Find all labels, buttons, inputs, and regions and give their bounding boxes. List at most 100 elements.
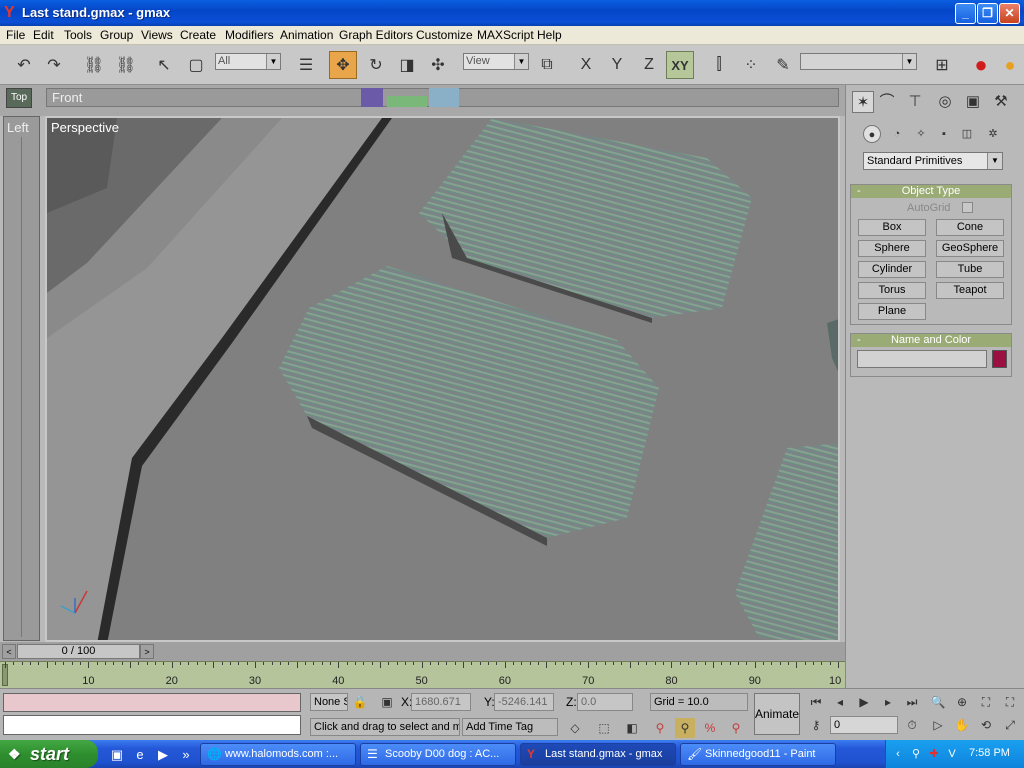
tube-button[interactable]: Tube <box>936 261 1004 278</box>
menu-modifiers[interactable]: Modifiers <box>225 28 274 42</box>
shapes-icon[interactable]: ◔ <box>888 125 906 143</box>
autogrid-checkbox[interactable] <box>962 202 973 213</box>
named-selection-dropdown[interactable]: ▼ <box>800 53 917 70</box>
go-to-start-icon[interactable]: ⏮ <box>806 692 826 712</box>
modify-tab-icon[interactable]: ⌒ <box>876 91 898 113</box>
time-slider-thumb[interactable]: 0 / 100 <box>17 644 140 659</box>
zoom-icon[interactable]: 🔍 <box>928 692 948 712</box>
animate-button[interactable]: Animate <box>754 693 800 735</box>
task-scooby[interactable]: ☰ Scooby D00 dog : AC... <box>360 743 516 766</box>
current-frame-field[interactable]: 0 <box>830 716 898 734</box>
media-player-icon[interactable]: ▶ <box>154 746 172 764</box>
axis-z-button[interactable]: Z <box>635 51 663 79</box>
utilities-tab-icon[interactable]: ⚒ <box>990 91 1012 113</box>
pivot-center-icon[interactable]: ✣ <box>424 51 452 79</box>
chevron-left-icon[interactable]: < <box>2 644 16 659</box>
antivirus-icon[interactable]: ✚ <box>926 746 942 762</box>
teapot-button[interactable]: Teapot <box>936 282 1004 299</box>
systems-icon[interactable]: ✲ <box>984 125 1002 143</box>
reference-coord-dropdown[interactable]: View ▼ <box>463 53 529 70</box>
plane-button[interactable]: Plane <box>858 303 926 320</box>
cone-button[interactable]: Cone <box>936 219 1004 236</box>
key-mode-icon[interactable]: ⚷ <box>806 715 826 735</box>
add-time-tag-button[interactable]: Add Time Tag <box>462 718 558 736</box>
percent-snap-icon[interactable]: % <box>700 718 720 738</box>
axis-x-button[interactable]: X <box>572 51 600 79</box>
sphere-button[interactable]: Sphere <box>858 240 926 257</box>
task-halomods[interactable]: 🌐 www.halomods.com :... <box>200 743 356 766</box>
menu-group[interactable]: Group <box>100 28 133 42</box>
internet-explorer-icon[interactable]: e <box>131 746 149 764</box>
menu-graph-editors[interactable]: Graph Editors <box>339 28 413 42</box>
tray-app-icon[interactable]: ⚲ <box>908 746 924 762</box>
viewport-perspective[interactable]: Perspective <box>45 116 840 642</box>
select-by-name-icon[interactable]: ☰ <box>292 51 320 79</box>
maximize-viewport-icon[interactable]: ⤢ <box>1000 715 1020 735</box>
menu-help[interactable]: Help <box>537 28 562 42</box>
close-button[interactable]: ✕ <box>999 3 1020 24</box>
menu-animation[interactable]: Animation <box>280 28 333 42</box>
minimize-button[interactable]: _ <box>955 3 976 24</box>
z-coordinate-field[interactable]: 0.0 <box>577 693 633 711</box>
field-of-view-icon[interactable]: ▷ <box>928 715 948 735</box>
hierarchy-tab-icon[interactable]: ⊤ <box>904 91 926 113</box>
next-frame-icon[interactable]: ▸ <box>878 692 898 712</box>
play-icon[interactable]: ▶ <box>854 692 874 712</box>
viewport-left[interactable]: Left <box>3 116 40 641</box>
menu-tools[interactable]: Tools <box>64 28 92 42</box>
zoom-extents-all-icon[interactable]: ⛶ <box>1000 692 1020 712</box>
pan-icon[interactable]: ✋ <box>952 715 972 735</box>
maxscript-listener-field[interactable] <box>3 693 301 712</box>
geometry-icon[interactable]: ● <box>863 125 881 143</box>
previous-frame-icon[interactable]: ◂ <box>830 692 850 712</box>
undo-icon[interactable]: ↶ <box>10 51 38 79</box>
rotate-icon[interactable]: ↻ <box>362 51 390 79</box>
angle-snap-icon[interactable]: ⚲ <box>675 718 695 738</box>
zoom-extents-icon[interactable]: ⛶ <box>976 692 996 712</box>
tray-expand-icon[interactable]: ‹ <box>890 746 906 762</box>
use-center-icon[interactable]: ⧉ <box>533 51 561 79</box>
selection-lock-icon[interactable]: ◇ <box>565 718 585 738</box>
redo-icon[interactable]: ↷ <box>40 51 68 79</box>
name-and-color-header[interactable]: - Name and Color <box>851 334 1011 347</box>
render-scene-icon[interactable]: ● <box>967 51 995 79</box>
menu-create[interactable]: Create <box>180 28 216 42</box>
snap-toggle-icon[interactable]: ⚲ <box>650 718 670 738</box>
task-gmax[interactable]: Y Last stand.gmax - gmax <box>520 743 676 766</box>
go-to-end-icon[interactable]: ⏭ <box>902 692 922 712</box>
quicklaunch-expand-icon[interactable]: » <box>177 746 195 764</box>
align-icon[interactable]: ✎ <box>769 51 797 79</box>
menu-views[interactable]: Views <box>141 28 173 42</box>
spinner-snap-icon[interactable]: ⚲ <box>726 718 746 738</box>
move-icon[interactable]: ✥ <box>329 51 357 79</box>
time-config-icon[interactable]: ⏱ <box>902 715 922 735</box>
motion-tab-icon[interactable]: ◎ <box>934 91 956 113</box>
crossing-select-icon[interactable]: ⬚ <box>594 718 614 738</box>
viewport-top[interactable]: Top <box>6 88 32 108</box>
primitive-category-dropdown[interactable]: Standard Primitives ▼ <box>863 152 1003 170</box>
tray-v2-icon[interactable]: V <box>944 746 960 762</box>
helpers-icon[interactable]: ◫ <box>958 125 976 143</box>
menu-customize[interactable]: Customize <box>416 28 473 42</box>
maxscript-input-field[interactable] <box>3 715 301 735</box>
viewport-front[interactable]: Front <box>46 88 839 107</box>
maximize-button[interactable]: ❐ <box>977 3 998 24</box>
mirror-icon[interactable]: ⫿ <box>705 51 733 79</box>
arc-rotate-icon[interactable]: ⟲ <box>976 715 996 735</box>
quick-render-icon[interactable]: ● <box>996 51 1024 79</box>
object-color-swatch[interactable] <box>992 350 1007 368</box>
absolute-mode-icon[interactable]: ▣ <box>377 692 397 712</box>
menu-edit[interactable]: Edit <box>33 28 54 42</box>
chevron-right-icon[interactable]: > <box>140 644 154 659</box>
task-paint[interactable]: 🖌 Skinnedgood11 - Paint <box>680 743 836 766</box>
display-tab-icon[interactable]: ▣ <box>962 91 984 113</box>
x-coordinate-field[interactable]: 1680.671 <box>411 693 471 711</box>
box-button[interactable]: Box <box>858 219 926 236</box>
axis-y-button[interactable]: Y <box>603 51 631 79</box>
array-icon[interactable]: ⁘ <box>737 51 765 79</box>
show-desktop-icon[interactable]: ▣ <box>108 746 126 764</box>
geosphere-button[interactable]: GeoSphere <box>936 240 1004 257</box>
menu-file[interactable]: File <box>6 28 25 42</box>
lock-icon[interactable]: 🔒 <box>350 692 370 712</box>
cameras-icon[interactable]: ▪ <box>935 125 953 143</box>
